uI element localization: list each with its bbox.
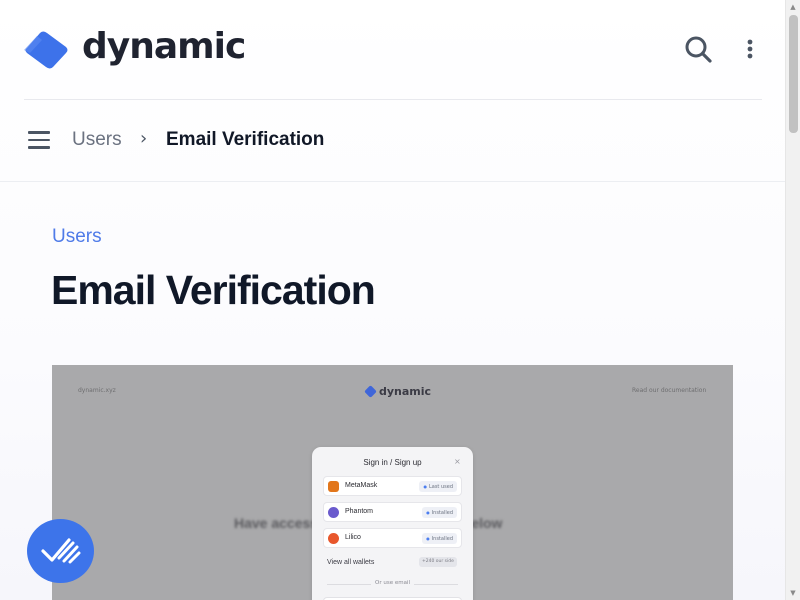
screenshot-logo: dynamic (364, 385, 432, 398)
wallet-badge: Installed (422, 507, 457, 518)
breadcrumb-divider (0, 181, 785, 182)
screenshot-image: dynamic.xyz dynamic Read our documentati… (52, 365, 733, 600)
breadcrumb-bar: Users › Email Verification (0, 100, 785, 182)
more-options-button[interactable] (740, 37, 760, 63)
brand-name: dynamic (82, 26, 246, 67)
wallet-badge: Installed (422, 533, 457, 544)
screenshot-top-left-text: dynamic.xyz (78, 387, 116, 394)
more-vertical-icon (747, 39, 753, 59)
or-divider-label: Or use email (312, 580, 473, 586)
help-button[interactable] (27, 519, 94, 583)
wallet-option-metamask: MetaMask Last used (323, 476, 462, 496)
wallet-option-lilico: Lilico Installed (323, 528, 462, 548)
or-text: Or use email (371, 580, 414, 586)
wallet-name: Lilico (345, 534, 361, 541)
wallet-count-badge: +240 our side (419, 557, 457, 567)
hamburger-menu-icon[interactable] (28, 131, 50, 151)
scroll-up-icon[interactable]: ▲ (786, 0, 800, 14)
scroll-down-icon[interactable]: ▼ (786, 586, 800, 600)
breadcrumb-separator: › (140, 128, 148, 149)
signin-modal: Sign in / Sign up × MetaMask Last used P… (312, 447, 473, 600)
vertical-scrollbar[interactable]: ▲ ▼ (785, 0, 800, 600)
search-icon (685, 36, 712, 63)
brand-logo[interactable]: dynamic (23, 26, 246, 70)
breadcrumb-parent-link[interactable]: Users (72, 129, 122, 151)
wallet-badge: Last used (419, 481, 457, 492)
wallet-name: Phantom (345, 508, 374, 515)
dynamic-logo-icon (24, 31, 68, 69)
page-title: Email Verification (51, 267, 376, 313)
screenshot-logo-icon (364, 385, 377, 398)
top-navbar: dynamic (0, 0, 785, 100)
help-chat-icon (41, 538, 81, 564)
screenshot-logo-text: dynamic (379, 385, 432, 398)
docs-page: dynamic Users › Email Verification Users… (0, 0, 785, 600)
screenshot-top-right-text: Read our documentation (632, 387, 707, 394)
view-all-wallets-link: View all wallets (327, 559, 375, 566)
scrollbar-thumb[interactable] (789, 15, 798, 133)
section-eyebrow: Users (52, 226, 102, 247)
search-button[interactable] (684, 35, 714, 65)
modal-title: Sign in / Sign up (363, 458, 422, 467)
metamask-fox-icon (328, 481, 339, 492)
wallet-option-phantom: Phantom Installed (323, 502, 462, 522)
close-icon: × (454, 457, 461, 466)
phantom-ghost-icon (328, 507, 339, 518)
wallet-name: MetaMask (345, 482, 378, 489)
breadcrumb-current: Email Verification (166, 129, 325, 150)
lilico-icon (328, 533, 339, 544)
